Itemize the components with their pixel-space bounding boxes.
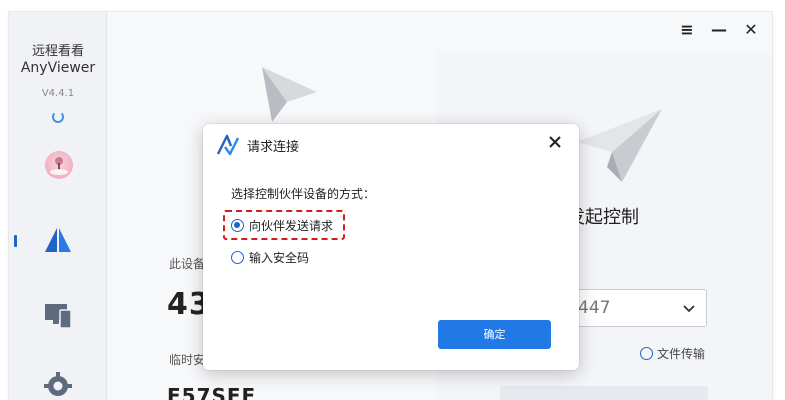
window-controls: ≡ — ✕ xyxy=(678,20,760,40)
sidebar-item-remote-control[interactable] xyxy=(42,224,74,256)
close-icon[interactable] xyxy=(547,134,563,150)
partner-device-id: 447 xyxy=(578,298,611,318)
active-nav-marker xyxy=(14,235,17,247)
close-button[interactable]: ✕ xyxy=(742,20,760,40)
avatar-tree-icon xyxy=(50,157,68,175)
chevron-down-icon xyxy=(683,305,695,313)
security-code-radio[interactable] xyxy=(231,251,244,264)
this-device-label: 此设备 xyxy=(169,257,206,271)
sidebar-item-devices[interactable] xyxy=(42,299,74,331)
connect-button[interactable] xyxy=(500,386,708,400)
security-code-label: 输入安全码 xyxy=(249,251,310,265)
option-security-code[interactable]: 输入安全码 xyxy=(231,249,309,266)
gear-icon xyxy=(44,372,72,396)
option-send-request[interactable]: 向伙伴发送请求 xyxy=(231,217,333,234)
send-request-radio[interactable] xyxy=(231,219,244,232)
app-version: V4.4.1 xyxy=(41,88,75,99)
minimize-button[interactable]: — xyxy=(710,20,728,40)
send-request-label: 向伙伴发送请求 xyxy=(249,219,334,233)
devices-icon xyxy=(45,304,72,329)
dialog-prompt: 选择控制伙伴设备的方式： xyxy=(231,187,376,201)
file-transfer-radio[interactable] xyxy=(640,347,653,360)
temp-code-value: F57SFF xyxy=(167,384,257,400)
temp-code-label: 临时安 xyxy=(169,353,206,367)
dialog-title: 请求连接 xyxy=(247,140,300,155)
sidebar-item-settings[interactable] xyxy=(42,370,74,400)
anyviewer-logo-icon xyxy=(216,134,240,156)
request-connection-dialog: 请求连接 选择控制伙伴设备的方式： 向伙伴发送请求 输入安全码 确定 xyxy=(203,124,579,370)
paper-plane-left-icon xyxy=(262,67,317,122)
menu-button[interactable]: ≡ xyxy=(678,20,696,40)
file-transfer-label: 文件传输 xyxy=(657,347,706,361)
app-name-en: AnyViewer xyxy=(20,60,96,76)
avatar[interactable] xyxy=(45,151,73,179)
loading-spinner-icon xyxy=(52,111,64,123)
confirm-button[interactable]: 确定 xyxy=(438,320,551,349)
file-transfer-option[interactable]: 文件传输 xyxy=(640,345,705,362)
paper-plane-right-icon xyxy=(577,109,662,182)
sidebar: 远程看看 AnyViewer V4.4.1 xyxy=(9,12,107,400)
app-name-cn: 远程看看 xyxy=(31,44,84,59)
anyviewer-logo-icon xyxy=(45,228,71,252)
